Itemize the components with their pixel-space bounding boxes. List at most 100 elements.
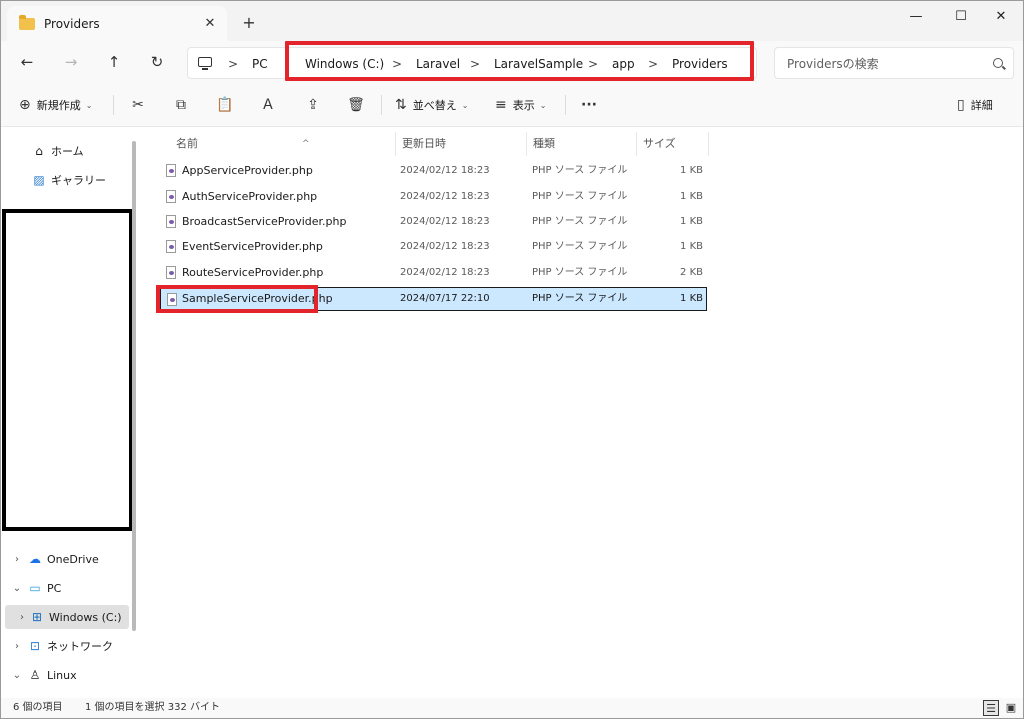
column-header-type[interactable]: 種類 xyxy=(527,132,637,156)
more-options-button[interactable]: ··· xyxy=(577,93,601,117)
address-bar[interactable]: > PC Windows (C:) > Laravel > LaravelSam… xyxy=(187,47,757,79)
breadcrumb-separator: > xyxy=(470,57,481,71)
chevron-down-icon: ⌄ xyxy=(539,100,547,110)
breadcrumb-laravel[interactable]: Laravel xyxy=(416,48,460,80)
file-name: EventServiceProvider.php xyxy=(182,240,323,253)
sidebar-item-home[interactable]: ⌂ ホーム xyxy=(31,139,83,163)
expand-chevron-icon[interactable]: › xyxy=(7,641,27,652)
maximize-button[interactable]: ☐ xyxy=(946,7,976,27)
sidebar-item-gallery[interactable]: ▨ ギャラリー xyxy=(31,168,106,192)
network-icon: ⊡ xyxy=(29,639,41,653)
sidebar-item-windows-c[interactable]: › ⊞ Windows (C:) xyxy=(5,605,129,629)
toolbar-divider xyxy=(113,95,114,115)
file-type: PHP ソース ファイル xyxy=(532,241,628,252)
breadcrumb-windows-c[interactable]: Windows (C:) xyxy=(305,48,384,80)
file-row[interactable]: EventServiceProvider.php 2024/02/12 18:2… xyxy=(160,235,707,259)
file-explorer-window: Providers ✕ + — ☐ ✕ ← → ↑ ↻ > PC Windows… xyxy=(0,0,1024,719)
chevron-down-icon: ⌄ xyxy=(461,100,469,110)
up-button[interactable]: ↑ xyxy=(100,49,128,75)
file-name: BroadcastServiceProvider.php xyxy=(182,215,347,228)
add-tab-button[interactable]: + xyxy=(239,13,259,33)
view-button[interactable]: ≡ 表示 ⌄ xyxy=(495,93,546,117)
pc-monitor-icon xyxy=(198,57,212,70)
delete-button[interactable]: 🗑 xyxy=(344,93,368,117)
file-name: AuthServiceProvider.php xyxy=(182,190,318,203)
penguin-icon: ♙ xyxy=(29,668,41,682)
search-box[interactable]: Providersの検索 xyxy=(774,47,1014,79)
file-type: PHP ソース ファイル xyxy=(532,293,628,304)
plus-circle-icon: ⊕ xyxy=(19,97,31,113)
breadcrumb-separator: > xyxy=(648,57,659,71)
file-size: 1 KB xyxy=(680,165,703,176)
back-button[interactable]: ← xyxy=(13,49,41,75)
sort-button[interactable]: ⇅ 並べ替え ⌄ xyxy=(395,93,468,117)
file-row[interactable]: AppServiceProvider.php 2024/02/12 18:23 … xyxy=(160,159,707,183)
gallery-icon: ▨ xyxy=(33,173,45,187)
tiles-view-button[interactable]: ▣ xyxy=(1003,700,1019,716)
file-modified: 2024/02/12 18:23 xyxy=(400,241,490,252)
cut-button[interactable]: ✂ xyxy=(126,93,150,117)
column-header-name[interactable]: 名前 ^ xyxy=(170,132,396,156)
paste-button[interactable]: 📋 xyxy=(213,93,237,117)
sidebar-scrollbar[interactable] xyxy=(132,141,136,631)
file-name: SampleServiceProvider.php xyxy=(182,292,333,305)
expand-chevron-icon[interactable]: › xyxy=(7,554,27,565)
column-size-label: サイズ xyxy=(643,137,676,150)
file-modified: 2024/07/17 22:10 xyxy=(400,293,490,304)
file-size: 1 KB xyxy=(680,216,703,227)
details-pane-button[interactable]: ▯ 詳細 xyxy=(957,93,993,117)
breadcrumb-providers[interactable]: Providers xyxy=(672,48,728,80)
copy-button[interactable]: ⧉ xyxy=(169,93,193,117)
file-row[interactable]: AuthServiceProvider.php 2024/02/12 18:23… xyxy=(160,185,707,209)
folder-icon xyxy=(19,14,35,30)
rename-button[interactable]: Ａ xyxy=(256,93,280,117)
breadcrumb-app[interactable]: app xyxy=(612,48,635,80)
column-type-label: 種類 xyxy=(533,137,555,150)
breadcrumb-laravelsample[interactable]: LaravelSample xyxy=(494,48,583,80)
file-modified: 2024/02/12 18:23 xyxy=(400,267,490,278)
redacted-region xyxy=(2,209,133,531)
expand-chevron-icon[interactable]: › xyxy=(15,612,29,623)
php-file-icon xyxy=(167,293,177,306)
details-pane-icon: ▯ xyxy=(957,97,965,113)
sidebar-item-linux[interactable]: ⌄ ♙ Linux xyxy=(7,663,77,687)
view-lines-icon: ≡ xyxy=(495,97,507,113)
forward-button[interactable]: → xyxy=(57,49,85,75)
navigation-bar: ← → ↑ ↻ > PC Windows (C:) > Laravel > La… xyxy=(1,41,1023,83)
file-list: 名前 ^ 更新日時 種類 サイズ AppServiceProvider.php … xyxy=(146,128,1016,698)
sort-label: 並べ替え xyxy=(412,99,457,112)
tab-providers[interactable]: Providers ✕ xyxy=(7,6,227,41)
title-bar: Providers ✕ + — ☐ ✕ xyxy=(1,1,1023,41)
file-row[interactable]: BroadcastServiceProvider.php 2024/02/12 … xyxy=(160,210,707,234)
share-button[interactable]: ⇪ xyxy=(301,93,325,117)
file-type: PHP ソース ファイル xyxy=(532,267,628,278)
tab-close-icon[interactable]: ✕ xyxy=(201,15,219,33)
new-button[interactable]: ⊕ 新規作成 ⌄ xyxy=(19,93,92,117)
details-view-button[interactable]: ☰ xyxy=(983,700,999,716)
file-row-selected[interactable]: SampleServiceProvider.php 2024/07/17 22:… xyxy=(160,287,707,311)
search-icon[interactable] xyxy=(993,58,1003,68)
sidebar-item-network[interactable]: › ⊡ ネットワーク xyxy=(7,634,113,658)
refresh-button[interactable]: ↻ xyxy=(143,49,171,75)
file-name: RouteServiceProvider.php xyxy=(182,266,324,279)
php-file-icon xyxy=(166,240,176,253)
search-placeholder: Providersの検索 xyxy=(787,57,879,71)
sidebar-item-onedrive[interactable]: › ☁ OneDrive xyxy=(7,547,99,571)
close-button[interactable]: ✕ xyxy=(986,7,1016,27)
file-modified: 2024/02/12 18:23 xyxy=(400,191,490,202)
collapse-chevron-icon[interactable]: ⌄ xyxy=(7,670,27,681)
column-header-size[interactable]: サイズ xyxy=(637,132,709,156)
home-icon: ⌂ xyxy=(35,144,43,158)
drive-icon: ⊞ xyxy=(31,610,43,624)
sidebar-item-pc[interactable]: ⌄ ▭ PC xyxy=(7,576,62,600)
php-file-icon xyxy=(166,164,176,177)
status-bar: 6 個の項目 1 個の項目を選択 332 バイト ☰ ▣ xyxy=(1,698,1023,718)
file-row[interactable]: RouteServiceProvider.php 2024/02/12 18:2… xyxy=(160,261,707,285)
column-header-modified[interactable]: 更新日時 xyxy=(396,132,527,156)
collapse-chevron-icon[interactable]: ⌄ xyxy=(7,583,27,594)
pc-icon: ▭ xyxy=(29,581,41,595)
minimize-button[interactable]: — xyxy=(901,7,931,27)
file-modified: 2024/02/12 18:23 xyxy=(400,165,490,176)
column-modified-label: 更新日時 xyxy=(402,137,446,150)
breadcrumb-pc[interactable]: PC xyxy=(252,48,268,80)
